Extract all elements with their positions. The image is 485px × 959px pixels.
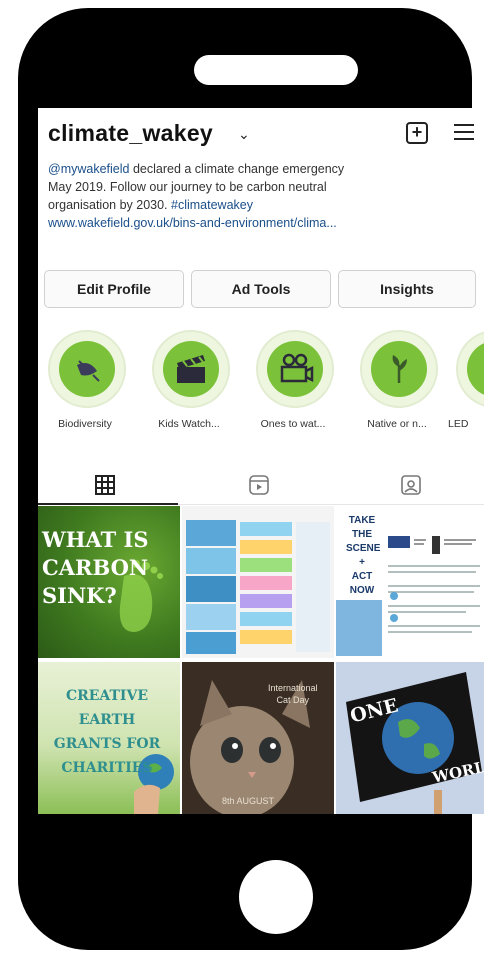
highlight-label: Biodiversity (58, 418, 112, 430)
highlight-cover (456, 330, 484, 408)
post-thumbnail[interactable]: International Cat Day 8th AUGUST (182, 662, 334, 814)
clapperboard-icon (177, 355, 205, 383)
post-date: 8th AUGUST (222, 796, 275, 806)
bio-line: May 2019. Follow our journey to be carbo… (48, 178, 478, 196)
profile-action-buttons: Edit Profile Ad Tools Insights (44, 270, 484, 308)
bio-text: May 2019. Follow our journey to be carbo… (48, 180, 327, 194)
bio-text: organisation by 2030. (48, 198, 172, 212)
highlight-inner (467, 341, 484, 397)
projector-icon (280, 353, 314, 383)
post-caption: WHAT IS CARBON SINK? (42, 527, 149, 608)
bio-hashtag-link[interactable]: #climatewakey (171, 198, 253, 212)
leaf-icon (77, 360, 100, 382)
highlight-cover (256, 330, 334, 408)
highlight-label: LED (448, 418, 469, 430)
profile-tabs (38, 464, 484, 505)
document-preview-image (336, 536, 480, 656)
highlight-label: Ones to wat... (260, 418, 326, 430)
profile-username[interactable]: climate_wakey (48, 120, 213, 147)
edit-profile-button[interactable]: Edit Profile (44, 270, 184, 308)
highlight-cover (360, 330, 438, 408)
active-tab-indicator (38, 503, 178, 505)
highlight-cover (48, 330, 126, 408)
one-world-sign-image (346, 672, 482, 814)
plant-icon (392, 355, 407, 383)
insights-button[interactable]: Insights (338, 270, 476, 308)
highlight-cover (152, 330, 230, 408)
post-caption: CREATIVE EARTH GRANTS FOR CHARITIES (53, 688, 161, 776)
highlight-inner (163, 341, 219, 397)
story-highlights: Biodiversity Kids Watch... Ones to wat..… (38, 330, 484, 440)
bio-mention-link[interactable]: @mywakefield (48, 162, 129, 176)
post-thumbnail[interactable]: TAKE THE SCENE + ACT NOW (336, 506, 484, 658)
post-thumbnail[interactable]: CREATIVE EARTH GRANTS FOR CHARITIES (38, 662, 180, 814)
post-thumbnail[interactable]: ONE WORLD (336, 662, 484, 814)
lightbulb-icon (467, 341, 484, 397)
highlight-inner (371, 341, 427, 397)
ad-tools-button[interactable]: Ad Tools (191, 270, 331, 308)
highlight-inner (267, 341, 323, 397)
profile-header: climate_wakey ⌄ + (48, 120, 474, 150)
reels-icon[interactable] (248, 474, 270, 496)
grid-icon[interactable] (94, 474, 116, 496)
bio-line: organisation by 2030. #climatewakey (48, 196, 478, 214)
highlight-label: Kids Watch... (158, 418, 220, 430)
phone-speaker (194, 55, 358, 85)
bio-website-link[interactable]: www.wakefield.gov.uk/bins-and-environmen… (48, 214, 478, 232)
tagged-icon[interactable] (400, 474, 422, 496)
post-thumbnail[interactable] (182, 506, 334, 658)
bio-line: @mywakefield declared a climate change e… (48, 160, 478, 178)
post-thumbnail[interactable]: WHAT IS CARBON SINK? (38, 506, 180, 658)
highlight-label: Native or n... (367, 418, 427, 430)
infographic-image (186, 520, 330, 654)
highlight-inner (59, 341, 115, 397)
profile-bio: @mywakefield declared a climate change e… (48, 160, 478, 232)
add-post-icon[interactable]: + (406, 122, 428, 144)
chevron-down-icon[interactable]: ⌄ (238, 126, 250, 143)
profile-screen: climate_wakey ⌄ + @mywakefield declared … (38, 108, 484, 814)
posts-grid: WHAT IS CARBON SINK? TAKE THE SCENE + AC… (38, 506, 484, 814)
bio-text: declared a climate change emergency (129, 162, 345, 176)
home-button[interactable] (239, 860, 313, 934)
post-caption: International Cat Day (268, 683, 318, 705)
menu-icon[interactable] (454, 124, 474, 140)
